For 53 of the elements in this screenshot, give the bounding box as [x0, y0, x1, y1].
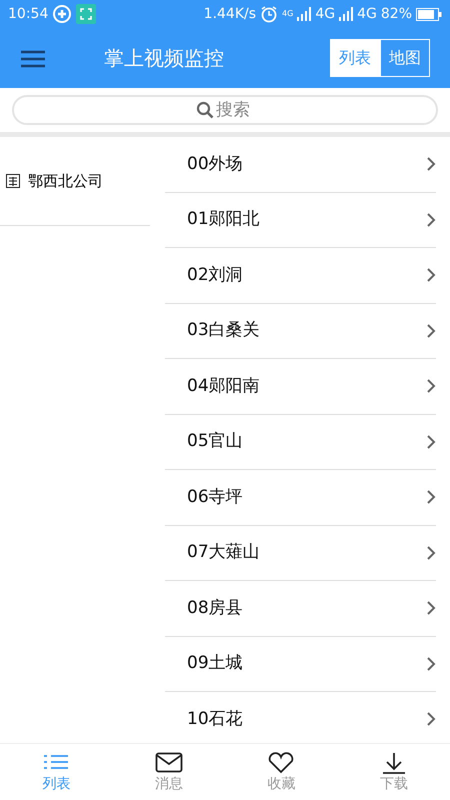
- chevron-right-icon: [426, 156, 436, 172]
- chevron-right-icon: [426, 489, 436, 506]
- building-icon: [6, 174, 20, 188]
- network-type: 4G: [315, 4, 336, 24]
- alarm-icon: [260, 5, 278, 23]
- chevron-right-icon: [426, 600, 436, 616]
- station-name: 04郧阳南: [187, 374, 260, 398]
- chevron-right-icon: [426, 267, 436, 284]
- sidebar-item[interactable]: 鄂西北公司: [0, 137, 150, 226]
- plus-circle-icon: [52, 4, 72, 24]
- chevron-right-icon: [426, 544, 436, 561]
- signal-icon: [339, 7, 354, 21]
- station-item[interactable]: 02刘洞: [165, 248, 436, 304]
- chevron-right-icon: [426, 434, 436, 450]
- chevron-right-icon: [426, 656, 436, 672]
- station-item[interactable]: 09土城: [165, 636, 436, 692]
- search-icon: [196, 101, 214, 119]
- chevron-right-icon: [426, 322, 436, 339]
- station-name: 08房县: [187, 596, 243, 620]
- heart-icon: [267, 752, 296, 774]
- station-item[interactable]: 04郧阳南: [165, 359, 436, 414]
- search-field[interactable]: 搜索: [12, 95, 438, 125]
- scan-icon: [76, 4, 96, 24]
- network-type: 4G: [357, 4, 377, 24]
- mail-icon: [154, 752, 183, 774]
- signal-icon: [297, 7, 312, 21]
- station-name: 05官山: [187, 430, 243, 453]
- station-item[interactable]: 07大薙山: [165, 526, 436, 581]
- station-item[interactable]: 05官山: [165, 414, 436, 470]
- station-item[interactable]: 06寺坪: [165, 470, 436, 526]
- station-name: 00外场: [187, 152, 243, 176]
- station-name: 03白桑关: [187, 319, 260, 342]
- app-title: 掌上视频监控: [104, 45, 224, 72]
- station-item[interactable]: 08房县: [165, 581, 436, 636]
- chevron-right-icon: [426, 378, 436, 394]
- station-name: 01郧阳北: [187, 208, 260, 231]
- station-name: 02刘洞: [187, 264, 243, 286]
- station-name: 09土城: [187, 652, 243, 675]
- battery-icon: [416, 8, 442, 20]
- chevron-right-icon: [426, 212, 436, 228]
- network-speed: 1.44K/s: [204, 4, 256, 24]
- station-name: 07大薙山: [187, 541, 260, 564]
- station-name: 10石花: [187, 708, 243, 730]
- status-time: 10:54: [8, 4, 48, 24]
- sidebar-label: 鄂西北公司: [28, 170, 103, 192]
- chevron-right-icon: [426, 711, 436, 728]
- station-item[interactable]: 01郧阳北: [165, 192, 436, 248]
- station-item[interactable]: 00外场: [165, 137, 436, 192]
- menu-icon: [20, 48, 46, 69]
- station-item[interactable]: 03白桑关: [165, 304, 436, 359]
- battery-level: 82%: [380, 4, 412, 24]
- network-type: 4G: [282, 8, 294, 20]
- station-name: 06寺坪: [187, 486, 243, 508]
